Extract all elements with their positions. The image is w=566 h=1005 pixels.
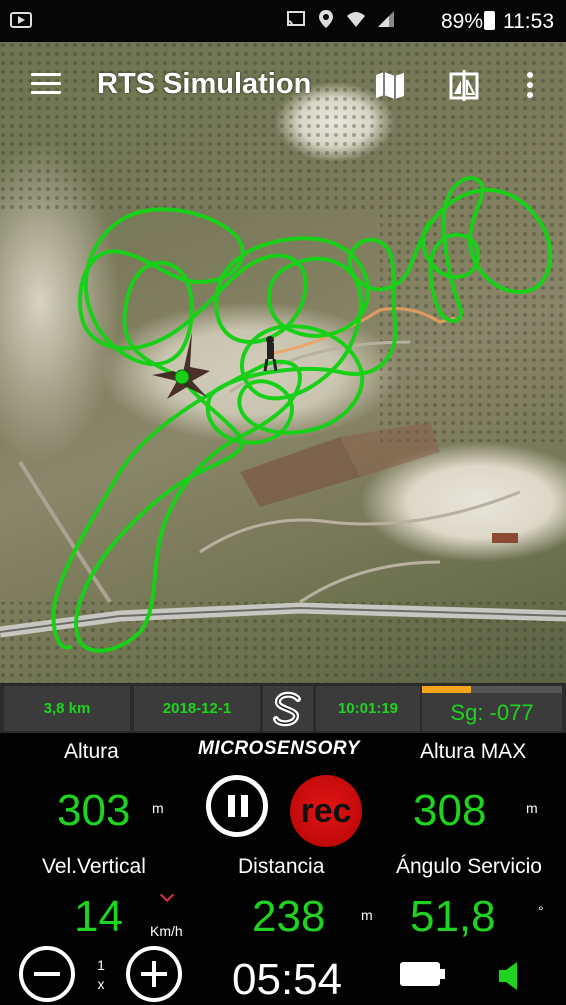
brown-field (240, 437, 360, 507)
distancia-value: 238 (252, 892, 326, 941)
dirt-road (199, 490, 521, 554)
signal-bar (422, 686, 471, 693)
signal-icon (378, 11, 394, 27)
youtube-notification-icon (10, 12, 32, 28)
cast-icon (287, 11, 305, 26)
flight-timer: 05:54 (232, 955, 343, 1004)
altura-unit: m (152, 800, 164, 816)
altura-value: 303 (57, 786, 131, 835)
microsensory-logo: MICROSENSORY (198, 738, 360, 759)
battery-percent: 89% (441, 10, 484, 33)
total-distance: 3,8 km (4, 686, 130, 731)
signal-text: Sg: -077 (450, 700, 534, 725)
angulo-servicio-value: 51,8 (410, 892, 496, 941)
vel-vertical-label: Vel.Vertical (42, 855, 146, 878)
angulo-servicio-label: Ángulo Servicio (396, 855, 542, 878)
altura-max-value: 308 (413, 786, 487, 835)
altura-max-label: Altura MAX (420, 740, 527, 763)
signal-strength: Sg: -077 (422, 686, 562, 731)
more-options-icon[interactable] (513, 68, 547, 102)
location-icon (319, 10, 333, 28)
brand-logo-icon (263, 686, 313, 731)
distancia-label: Distancia (238, 855, 325, 878)
status-bar: 89% 11:53 (0, 0, 566, 42)
altura-max-unit: m (526, 800, 538, 816)
vel-vertical-unit: Km/h (150, 923, 183, 939)
dirt-road (18, 460, 112, 604)
drone-battery-icon (400, 962, 445, 986)
map-icon[interactable] (373, 68, 407, 102)
altura-label: Altura (64, 740, 119, 763)
zoom-in-button[interactable] (126, 946, 182, 1002)
flight-date: 2018-12-1 (134, 686, 260, 731)
menu-icon[interactable] (31, 73, 61, 95)
zoom-out-button[interactable] (19, 946, 75, 1002)
satellite-map[interactable] (0, 42, 566, 683)
status-icons (286, 9, 396, 29)
compare-icon[interactable] (447, 68, 481, 102)
building (492, 533, 518, 543)
status-time: 11:53 (503, 10, 554, 33)
map-overlay (0, 42, 566, 683)
flight-clock: 10:01:19 (316, 686, 420, 731)
angulo-servicio-unit: ° (538, 903, 544, 919)
speaker-icon[interactable] (497, 960, 523, 992)
vel-vertical-value: 14 (74, 892, 123, 941)
pause-button[interactable] (206, 775, 268, 837)
distancia-unit: m (361, 907, 373, 923)
zoom-level: 1 x (97, 957, 105, 992)
app-title: RTS Simulation (97, 68, 312, 100)
wifi-icon (347, 12, 365, 27)
battery-icon (484, 11, 495, 30)
record-button[interactable]: rec (290, 775, 362, 847)
